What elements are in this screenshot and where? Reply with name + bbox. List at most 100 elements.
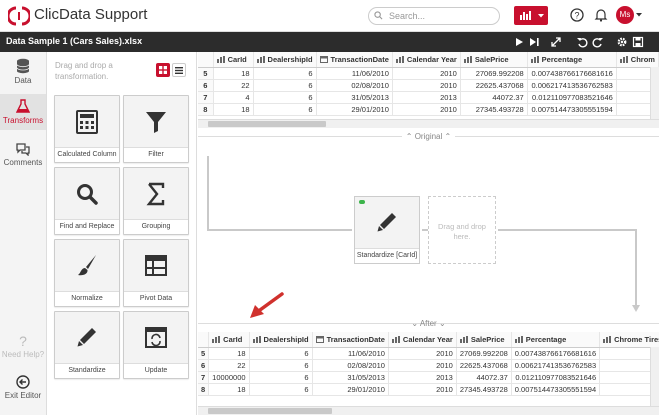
step-forward-icon[interactable]: [528, 36, 540, 48]
tile-find-and-replace[interactable]: Find and Replace: [54, 167, 120, 235]
table-cell[interactable]: 0.007438766176681616: [511, 347, 601, 360]
tile-filter[interactable]: Filter: [123, 95, 189, 163]
table-cell[interactable]: 6: [253, 103, 317, 116]
redo-icon[interactable]: [592, 36, 604, 48]
exit-editor-button[interactable]: Exit Editor: [0, 375, 46, 409]
column-header[interactable]: Chrome Tires: [599, 332, 659, 348]
column-header[interactable]: Chrom: [616, 52, 659, 68]
table-cell[interactable]: 18: [213, 103, 254, 116]
table-cell[interactable]: 0.012110977083521646: [527, 91, 617, 104]
table-cell[interactable]: 11/06/2010: [316, 67, 393, 80]
table-cell[interactable]: 31/05/2013: [316, 91, 393, 104]
table-cell[interactable]: 22: [208, 359, 250, 372]
column-header[interactable]: TransactionDate: [316, 52, 393, 68]
save-icon[interactable]: [632, 36, 644, 48]
column-header[interactable]: CarId: [208, 332, 250, 348]
table-cell[interactable]: 2010: [392, 103, 461, 116]
expand-icon[interactable]: [550, 36, 562, 48]
status-toggle[interactable]: [359, 200, 365, 204]
table-cell[interactable]: 10000000: [208, 371, 250, 384]
settings-icon[interactable]: [616, 36, 628, 48]
table-cell[interactable]: 6: [249, 383, 313, 396]
column-header[interactable]: DealershipId: [249, 332, 313, 348]
table-cell[interactable]: 0.007514473305551594: [527, 103, 617, 116]
table-cell[interactable]: 22625.437068: [456, 359, 512, 372]
table-cell[interactable]: 27069.992208: [456, 347, 512, 360]
table-cell[interactable]: 0.007514473305551594: [511, 383, 601, 396]
table-cell[interactable]: 02/08/2010: [312, 359, 389, 372]
table-cell[interactable]: 2010: [392, 67, 461, 80]
table-cell[interactable]: 2013: [392, 91, 461, 104]
table-cell[interactable]: 6: [249, 347, 313, 360]
column-header[interactable]: Percentage: [527, 52, 617, 68]
vertical-scrollbar[interactable]: [650, 67, 659, 119]
table-cell[interactable]: 2010: [388, 383, 457, 396]
table-cell[interactable]: 02/08/2010: [316, 79, 393, 92]
table-cell[interactable]: 29/01/2010: [312, 383, 389, 396]
column-header[interactable]: TransactionDate: [312, 332, 389, 348]
tile-normalize[interactable]: Normalize: [54, 239, 120, 307]
after-toggle[interactable]: ⌄ After ⌄: [198, 319, 659, 328]
grid-view-toggle[interactable]: [156, 63, 170, 77]
tile-update[interactable]: Update: [123, 311, 189, 379]
table-cell[interactable]: 6: [253, 79, 317, 92]
table-cell[interactable]: 44072.37: [456, 371, 512, 384]
table-cell[interactable]: 18: [208, 383, 250, 396]
scroll-thumb[interactable]: [208, 121, 326, 127]
table-cell[interactable]: 4: [213, 91, 254, 104]
horizontal-scrollbar[interactable]: [198, 119, 659, 128]
avatar[interactable]: Ms: [616, 6, 634, 24]
table-cell[interactable]: 6: [253, 91, 317, 104]
scroll-thumb[interactable]: [208, 408, 332, 414]
table-cell[interactable]: 0.007438766176681616: [527, 67, 617, 80]
table-cell[interactable]: 2010: [388, 359, 457, 372]
play-icon[interactable]: [513, 36, 525, 48]
table-cell[interactable]: 0.012110977083521646: [511, 371, 601, 384]
table-cell[interactable]: 0.006217413536762583: [511, 359, 601, 372]
bell-icon[interactable]: [594, 8, 608, 22]
table-cell[interactable]: 6: [249, 359, 313, 372]
table-cell[interactable]: 29/01/2010: [316, 103, 393, 116]
new-dashboard-button[interactable]: [514, 6, 548, 25]
vertical-scrollbar[interactable]: [650, 347, 659, 406]
table-cell[interactable]: 2010: [388, 347, 457, 360]
table-cell[interactable]: 44072.37: [460, 91, 528, 104]
rail-item-data[interactable]: Data: [0, 52, 46, 94]
table-cell[interactable]: 2010: [392, 79, 461, 92]
table-cell[interactable]: 27345.493728: [456, 383, 512, 396]
after-data-grid[interactable]: CarId DealershipId TransactionDate Calen…: [198, 332, 659, 415]
table-cell[interactable]: 22: [213, 79, 254, 92]
chevron-down-icon[interactable]: [636, 13, 642, 17]
tile-standardize[interactable]: Standardize: [54, 311, 120, 379]
rail-item-help[interactable]: ? Need Help?: [0, 333, 46, 364]
clicdata-logo[interactable]: [8, 6, 30, 26]
search-input[interactable]: Search...: [368, 7, 500, 25]
original-data-grid[interactable]: CarId DealershipId TransactionDate Calen…: [198, 52, 659, 128]
table-cell[interactable]: 0.006217413536762583: [527, 79, 617, 92]
standardize-step-card[interactable]: Standardize [CarId]: [354, 196, 420, 264]
column-header[interactable]: Calendar Year: [388, 332, 457, 348]
rail-item-comments[interactable]: Comments: [0, 138, 46, 174]
tile-calculated-column[interactable]: Calculated Column: [54, 95, 120, 163]
table-cell[interactable]: 22625.437068: [460, 79, 528, 92]
table-cell[interactable]: 11/06/2010: [312, 347, 389, 360]
table-cell[interactable]: 18: [213, 67, 254, 80]
tile-pivot-data[interactable]: Pivot Data: [123, 239, 189, 307]
table-cell[interactable]: 6: [253, 67, 317, 80]
rail-item-transforms[interactable]: Transforms: [0, 94, 46, 130]
table-cell[interactable]: 31/05/2013: [312, 371, 389, 384]
table-cell[interactable]: 6: [249, 371, 313, 384]
tile-grouping[interactable]: Grouping: [123, 167, 189, 235]
help-icon[interactable]: ?: [570, 8, 584, 22]
table-cell[interactable]: 18: [208, 347, 250, 360]
table-cell[interactable]: 27345.493728: [460, 103, 528, 116]
table-cell[interactable]: 27069.992208: [460, 67, 528, 80]
table-cell[interactable]: 2013: [388, 371, 457, 384]
column-header[interactable]: Calendar Year: [392, 52, 461, 68]
undo-icon[interactable]: [576, 36, 588, 48]
column-header[interactable]: DealershipId: [253, 52, 317, 68]
horizontal-scrollbar[interactable]: [198, 406, 659, 415]
drop-zone[interactable]: Drag and drop here.: [428, 196, 496, 264]
column-header[interactable]: Percentage: [511, 332, 601, 348]
column-header[interactable]: SalePrice: [460, 52, 528, 68]
